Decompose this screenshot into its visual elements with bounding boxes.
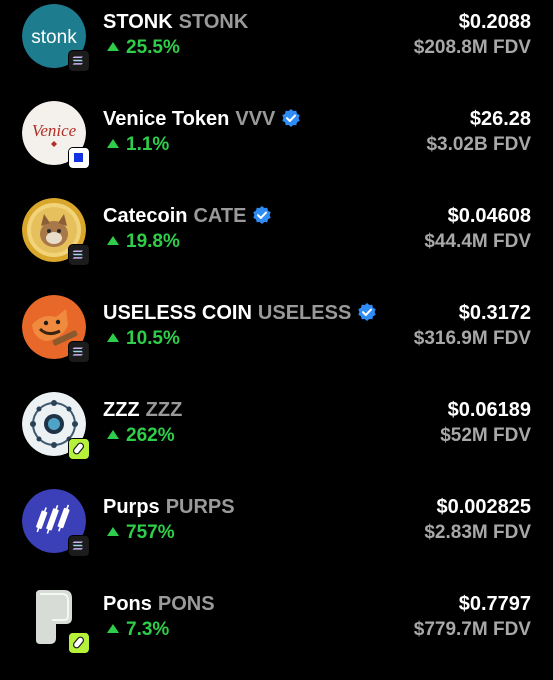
- token-price: $0.002825: [436, 496, 531, 518]
- solana-icon: [68, 341, 90, 363]
- token-row-purps[interactable]: Purps PURPS 757% $0.002825 $2.83M FDV: [0, 485, 553, 582]
- token-fdv: $44.4M FDV: [424, 231, 531, 252]
- token-title: Venice Token VVV: [103, 107, 301, 131]
- token-name: STONK: [103, 11, 173, 33]
- token-symbol: USELESS: [257, 302, 352, 324]
- token-fdv: $208.8M FDV: [413, 37, 531, 58]
- token-price: $0.2088: [458, 11, 531, 33]
- token-symbol: PURPS: [165, 496, 235, 518]
- up-triangle-icon: [107, 430, 119, 439]
- token-name: ZZZ: [103, 399, 140, 421]
- verified-badge-icon: [282, 109, 301, 127]
- solana-icon: [68, 50, 90, 72]
- token-row-pons[interactable]: Pons PONS 7.3% $0.7797 $779.7M FDV: [0, 582, 553, 679]
- up-triangle-icon: [107, 624, 119, 633]
- token-logo-stonk: stonk: [22, 4, 90, 72]
- token-fdv: $3.02B FDV: [426, 134, 531, 155]
- price-change: 25.5%: [106, 37, 180, 59]
- price-change-value: 7.3%: [126, 619, 170, 640]
- token-title: STONK STONK: [103, 10, 248, 34]
- up-triangle-icon: [107, 236, 119, 245]
- token-fdv: $779.7M FDV: [413, 619, 531, 640]
- token-title: Catecoin CATE: [103, 204, 272, 228]
- solana-icon: [68, 535, 90, 557]
- token-logo-vvv: Venice: [22, 101, 90, 169]
- token-symbol: ZZZ: [145, 399, 183, 421]
- price-change: 757%: [106, 522, 175, 544]
- token-row-useless[interactable]: USELESS COIN USELESS 10.5% $0.3172 $316.9…: [0, 291, 553, 388]
- token-title: ZZZ ZZZ: [103, 398, 182, 422]
- solana-icon: [68, 244, 90, 266]
- token-symbol: STONK: [178, 11, 249, 33]
- price-change-value: 25.5%: [126, 37, 180, 58]
- price-change: 1.1%: [106, 134, 169, 156]
- token-name: Venice Token: [103, 108, 230, 130]
- up-triangle-icon: [107, 527, 119, 536]
- up-triangle-icon: [107, 139, 119, 148]
- token-fdv: $2.83M FDV: [424, 522, 531, 543]
- verified-badge-icon: [253, 206, 272, 224]
- stonk-logo-text: stonk: [31, 27, 77, 48]
- token-price: $0.3172: [458, 302, 531, 324]
- price-change: 19.8%: [106, 231, 180, 253]
- pump-icon: [68, 438, 90, 460]
- token-name: USELESS COIN: [103, 302, 252, 324]
- pump-icon: [68, 632, 90, 654]
- price-change-value: 1.1%: [126, 134, 170, 155]
- token-price: $0.04608: [447, 205, 531, 227]
- token-list: stonk STONK STONK 25.5% $0.2088 $208.8M F…: [0, 0, 553, 680]
- base-icon: [68, 147, 90, 169]
- token-logo-zzz: [22, 392, 90, 460]
- price-change-value: 262%: [126, 425, 175, 446]
- verified-badge-icon: [358, 303, 376, 321]
- token-name: Pons: [103, 593, 152, 615]
- token-name: Purps: [103, 496, 160, 518]
- token-row-stonk[interactable]: stonk STONK STONK 25.5% $0.2088 $208.8M F…: [0, 0, 553, 97]
- token-row-zzz[interactable]: ZZZ ZZZ 262% $0.06189 $52M FDV: [0, 388, 553, 485]
- price-change-value: 757%: [126, 522, 175, 543]
- token-row-cate[interactable]: Catecoin CATE 19.8% $0.04608 $44.4M FDV: [0, 194, 553, 291]
- token-price: $26.28: [469, 108, 531, 130]
- token-row-vvv[interactable]: Venice Venice Token VVV 1.1% $26.28 $3.02…: [0, 97, 553, 194]
- token-logo-cate: [22, 198, 90, 266]
- token-title: Pons PONS: [103, 592, 215, 616]
- up-triangle-icon: [107, 42, 119, 51]
- token-logo-useless: [22, 295, 90, 363]
- token-price: $0.7797: [458, 593, 531, 615]
- price-change-value: 19.8%: [126, 231, 180, 252]
- price-change: 10.5%: [106, 328, 180, 350]
- token-logo-purps: [22, 489, 90, 557]
- price-change: 7.3%: [106, 619, 169, 641]
- price-change-value: 10.5%: [126, 328, 180, 349]
- token-title: Purps PURPS: [103, 495, 235, 519]
- token-symbol: VVV: [235, 108, 276, 130]
- token-fdv: $316.9M FDV: [413, 328, 531, 349]
- token-symbol: PONS: [157, 593, 215, 615]
- token-logo-pons: [22, 586, 90, 654]
- venice-logo-text: Venice: [32, 121, 77, 140]
- token-fdv: $52M FDV: [440, 425, 531, 446]
- price-change: 262%: [106, 425, 175, 447]
- up-triangle-icon: [107, 333, 119, 342]
- token-title: USELESS COIN USELESS: [103, 301, 377, 325]
- token-name: Catecoin: [103, 205, 188, 227]
- token-price: $0.06189: [447, 399, 531, 421]
- token-symbol: CATE: [193, 205, 247, 227]
